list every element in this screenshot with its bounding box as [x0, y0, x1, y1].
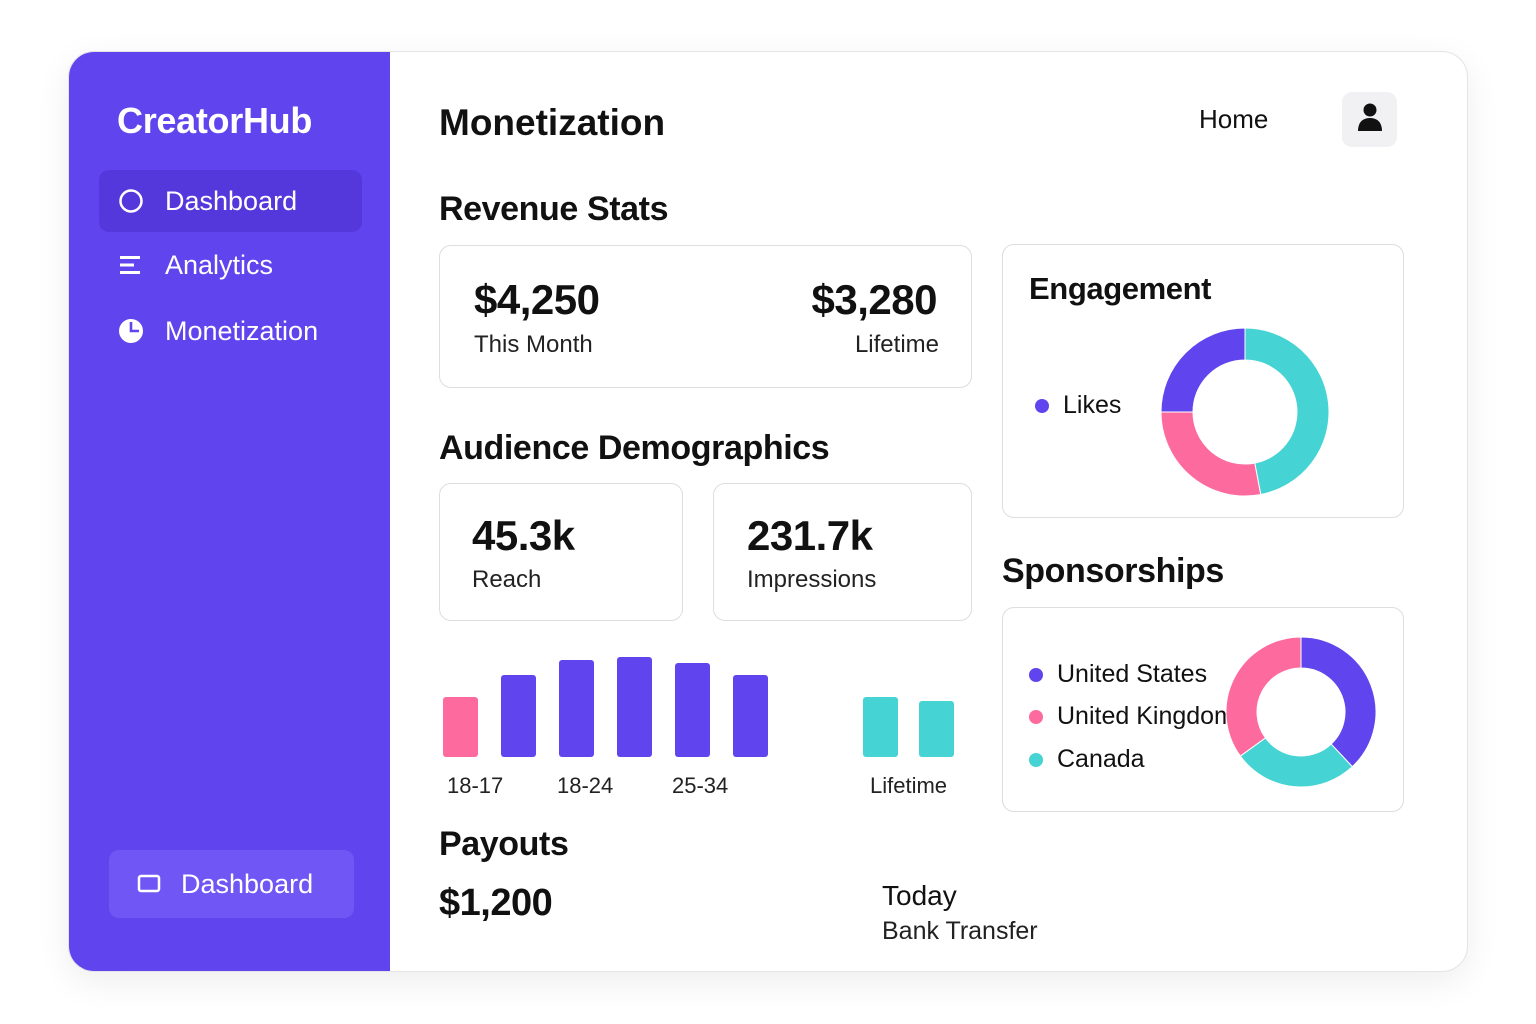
- legend-dot: [1029, 752, 1043, 767]
- bar: [559, 660, 594, 757]
- donut-slice: [1225, 636, 1302, 757]
- legend-label: United States: [1057, 660, 1208, 688]
- payout-date: Today: [882, 880, 957, 911]
- legend-label: Likes: [1063, 391, 1122, 419]
- reach-label: Reach: [472, 566, 542, 593]
- sidebar-item-label: Analytics: [165, 249, 274, 280]
- sidebar-item-label: Monetization: [165, 315, 319, 346]
- home-link[interactable]: Home: [1199, 104, 1268, 135]
- avatar-button[interactable]: [1342, 92, 1397, 147]
- legend-dot: [1029, 667, 1043, 682]
- donut-slice: [1244, 327, 1330, 496]
- sidebar-item-monetization[interactable]: Monetization: [99, 300, 362, 362]
- pie-icon: [117, 317, 145, 345]
- donut-slice: [1160, 327, 1246, 413]
- legend-label: Canada: [1057, 745, 1145, 773]
- reach-value: 45.3k: [472, 512, 575, 559]
- bar-tick-label: Lifetime: [870, 773, 947, 798]
- sponsorships-card: United States United Kingdom Canada: [1002, 607, 1404, 812]
- sidebar-item-analytics[interactable]: Analytics: [99, 234, 362, 296]
- impressions-value: 231.7k: [747, 512, 873, 559]
- legend-dot: [1035, 398, 1049, 413]
- bottom-button-label: Dashboard: [181, 868, 314, 899]
- list-icon: [117, 251, 145, 279]
- payout-method: Bank Transfer: [882, 917, 1038, 945]
- bar: [501, 675, 536, 757]
- lifetime-label: Lifetime: [854, 331, 939, 358]
- engagement-donut-chart: [1160, 327, 1330, 497]
- audience-section-title: Audience Demographics: [439, 429, 830, 467]
- this-month-label: This Month: [474, 331, 593, 358]
- impressions-label: Impressions: [747, 566, 877, 593]
- revenue-section-title: Revenue Stats: [439, 190, 669, 228]
- donut-slice: [1160, 411, 1262, 497]
- engagement-legend-likes: Likes: [1035, 391, 1121, 420]
- bar-tick-label: 18-17: [447, 773, 503, 798]
- sidebar: CreatorHub Dashboard Analytics Monetizat…: [69, 52, 390, 971]
- this-month-value: $4,250: [474, 276, 600, 323]
- main-content: Monetization Home Revenue Stats $4,250 T…: [390, 52, 1467, 971]
- impressions-card: 231.7k Impressions: [713, 483, 972, 621]
- page-title: Monetization: [439, 102, 666, 143]
- legend-canada: Canada: [1029, 745, 1145, 774]
- legend-united-kingdom: United Kingdom: [1029, 702, 1235, 731]
- lifetime-value: $3,280: [811, 276, 938, 323]
- bottom-dashboard-button[interactable]: Dashboard: [109, 850, 354, 918]
- sidebar-item-dashboard[interactable]: Dashboard: [99, 170, 362, 232]
- bar: [919, 701, 954, 757]
- payout-amount: $1,200: [439, 882, 553, 924]
- demographics-bar-chart: 18-17 18-24 25-34 Lifetime: [443, 657, 954, 798]
- engagement-card: Engagement Likes: [1002, 244, 1404, 518]
- bar: [863, 697, 898, 757]
- legend-united-states: United States: [1029, 660, 1207, 689]
- app-window: CreatorHub Dashboard Analytics Monetizat…: [68, 51, 1468, 972]
- legend-dot: [1029, 709, 1043, 724]
- bar: [617, 657, 652, 757]
- user-icon: [1356, 102, 1384, 137]
- sidebar-item-label: Dashboard: [165, 185, 298, 216]
- square-icon: [135, 870, 163, 898]
- bar-tick-label: 18-24: [557, 773, 613, 798]
- engagement-title: Engagement: [1029, 271, 1212, 306]
- sponsorships-section-title: Sponsorships: [1002, 552, 1224, 590]
- brand-logo[interactable]: CreatorHub: [117, 100, 312, 142]
- bar: [733, 675, 768, 757]
- sponsorships-donut-chart: [1225, 636, 1377, 788]
- payouts-section-title: Payouts: [439, 825, 569, 863]
- circle-icon: [117, 187, 145, 215]
- reach-card: 45.3k Reach: [439, 483, 683, 621]
- legend-label: United Kingdom: [1057, 702, 1235, 730]
- bar-tick-label: 25-34: [672, 773, 728, 798]
- donut-slice: [1300, 636, 1377, 768]
- bar: [675, 663, 710, 757]
- revenue-card: $4,250 This Month $3,280 Lifetime: [439, 245, 972, 388]
- bar: [443, 697, 478, 757]
